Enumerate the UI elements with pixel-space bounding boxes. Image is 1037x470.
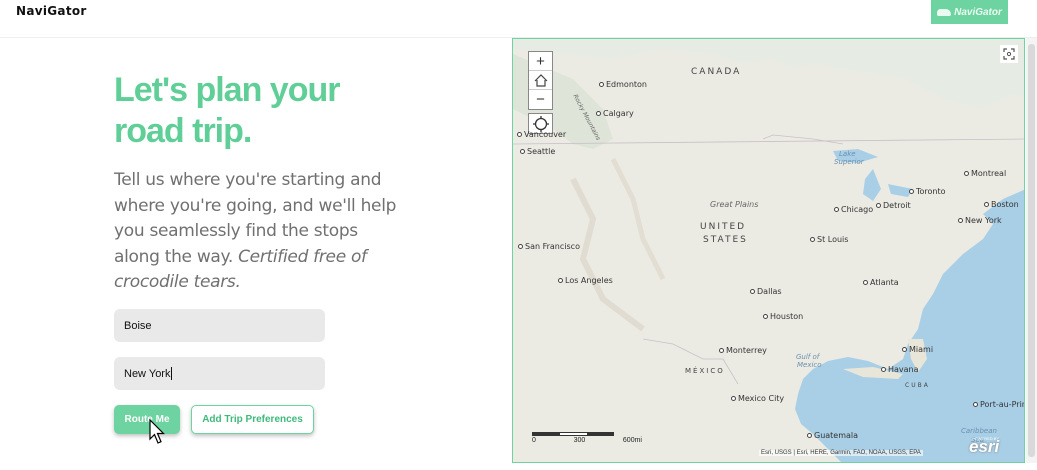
fullscreen-icon bbox=[1003, 48, 1015, 60]
city-label: Guatemala bbox=[807, 431, 858, 440]
scale-label: 600mi bbox=[622, 437, 642, 444]
city-label: Houston bbox=[763, 312, 803, 321]
city-label: Atlanta bbox=[863, 278, 899, 287]
city-label: Edmonton bbox=[599, 80, 647, 89]
city-label: Montreal bbox=[964, 169, 1006, 178]
city-label: Miami bbox=[902, 345, 933, 354]
add-trip-preferences-button[interactable]: Add Trip Preferences bbox=[191, 405, 314, 434]
fullscreen-button[interactable] bbox=[1000, 45, 1018, 63]
map-attribution[interactable]: Esri, USGS | Esri, HERE, Garmin, FAO, NO… bbox=[759, 450, 923, 456]
map-view[interactable]: + − CANADA UNITED STATES MÉXICO CUBA Gre… bbox=[512, 38, 1025, 463]
city-label: Mexico City bbox=[731, 394, 784, 403]
origin-input[interactable] bbox=[114, 309, 325, 342]
zoom-out-button[interactable]: − bbox=[529, 90, 552, 109]
city-label: San Francisco bbox=[518, 242, 580, 251]
scale-labels: 0 300 600mi bbox=[532, 437, 642, 444]
region-label: Great Plains bbox=[710, 200, 759, 209]
city-label: Boston bbox=[984, 200, 1019, 209]
city-label: Seattle bbox=[520, 147, 555, 156]
logo-text: NaviGator bbox=[954, 6, 1002, 18]
city-label: Dallas bbox=[750, 287, 782, 296]
zoom-controls: + − bbox=[528, 51, 553, 110]
scale-label: 300 bbox=[573, 437, 586, 444]
car-icon bbox=[937, 8, 952, 16]
water-label: Gulf of bbox=[796, 353, 820, 361]
country-label: CUBA bbox=[905, 382, 930, 389]
water-label: Mexico bbox=[797, 361, 822, 369]
hero-description: Tell us where you're starting and where … bbox=[114, 168, 404, 296]
city-label: St Louis bbox=[810, 235, 848, 244]
route-me-button[interactable]: Route Me bbox=[114, 405, 180, 434]
city-label: Calgary bbox=[596, 109, 634, 118]
water-label: Superior bbox=[834, 158, 864, 166]
city-label: Port-au-Prince bbox=[973, 400, 1024, 409]
country-label: STATES bbox=[703, 235, 748, 245]
zoom-in-button[interactable]: + bbox=[529, 52, 552, 71]
water-label: Lake bbox=[839, 150, 856, 158]
city-label: Monterrey bbox=[719, 346, 767, 355]
country-label: MÉXICO bbox=[685, 367, 725, 375]
city-label: Toronto bbox=[909, 187, 946, 196]
city-label: Los Angeles bbox=[558, 276, 613, 285]
brand-name[interactable]: NaviGator bbox=[16, 4, 87, 18]
city-label: New York bbox=[958, 216, 1002, 225]
top-bar: NaviGator NaviGator bbox=[0, 0, 1037, 38]
scrollbar-thumb[interactable] bbox=[1028, 44, 1035, 457]
scale-label: 0 bbox=[532, 437, 536, 444]
scale-bar-graphic bbox=[532, 432, 614, 436]
home-button[interactable] bbox=[529, 71, 552, 90]
city-label: Vancouver bbox=[517, 130, 566, 139]
mouse-cursor-icon bbox=[149, 419, 165, 444]
esri-logo[interactable]: esri bbox=[969, 437, 999, 457]
city-label: Detroit bbox=[876, 201, 911, 210]
city-label: Havana bbox=[881, 365, 919, 374]
water-label: Caribbean bbox=[961, 427, 997, 435]
city-label: Chicago bbox=[834, 205, 873, 214]
scrollbar[interactable] bbox=[1026, 38, 1037, 463]
logo[interactable]: NaviGator bbox=[931, 0, 1008, 24]
home-icon bbox=[534, 73, 547, 87]
country-label: CANADA bbox=[691, 67, 742, 77]
hero: Let's plan your road trip. bbox=[114, 70, 414, 152]
country-label: UNITED bbox=[700, 222, 747, 232]
text-caret bbox=[171, 367, 172, 380]
scale-bar: 0 300 600mi bbox=[532, 432, 642, 444]
destination-input[interactable] bbox=[114, 357, 325, 390]
page-title: Let's plan your road trip. bbox=[114, 71, 340, 150]
